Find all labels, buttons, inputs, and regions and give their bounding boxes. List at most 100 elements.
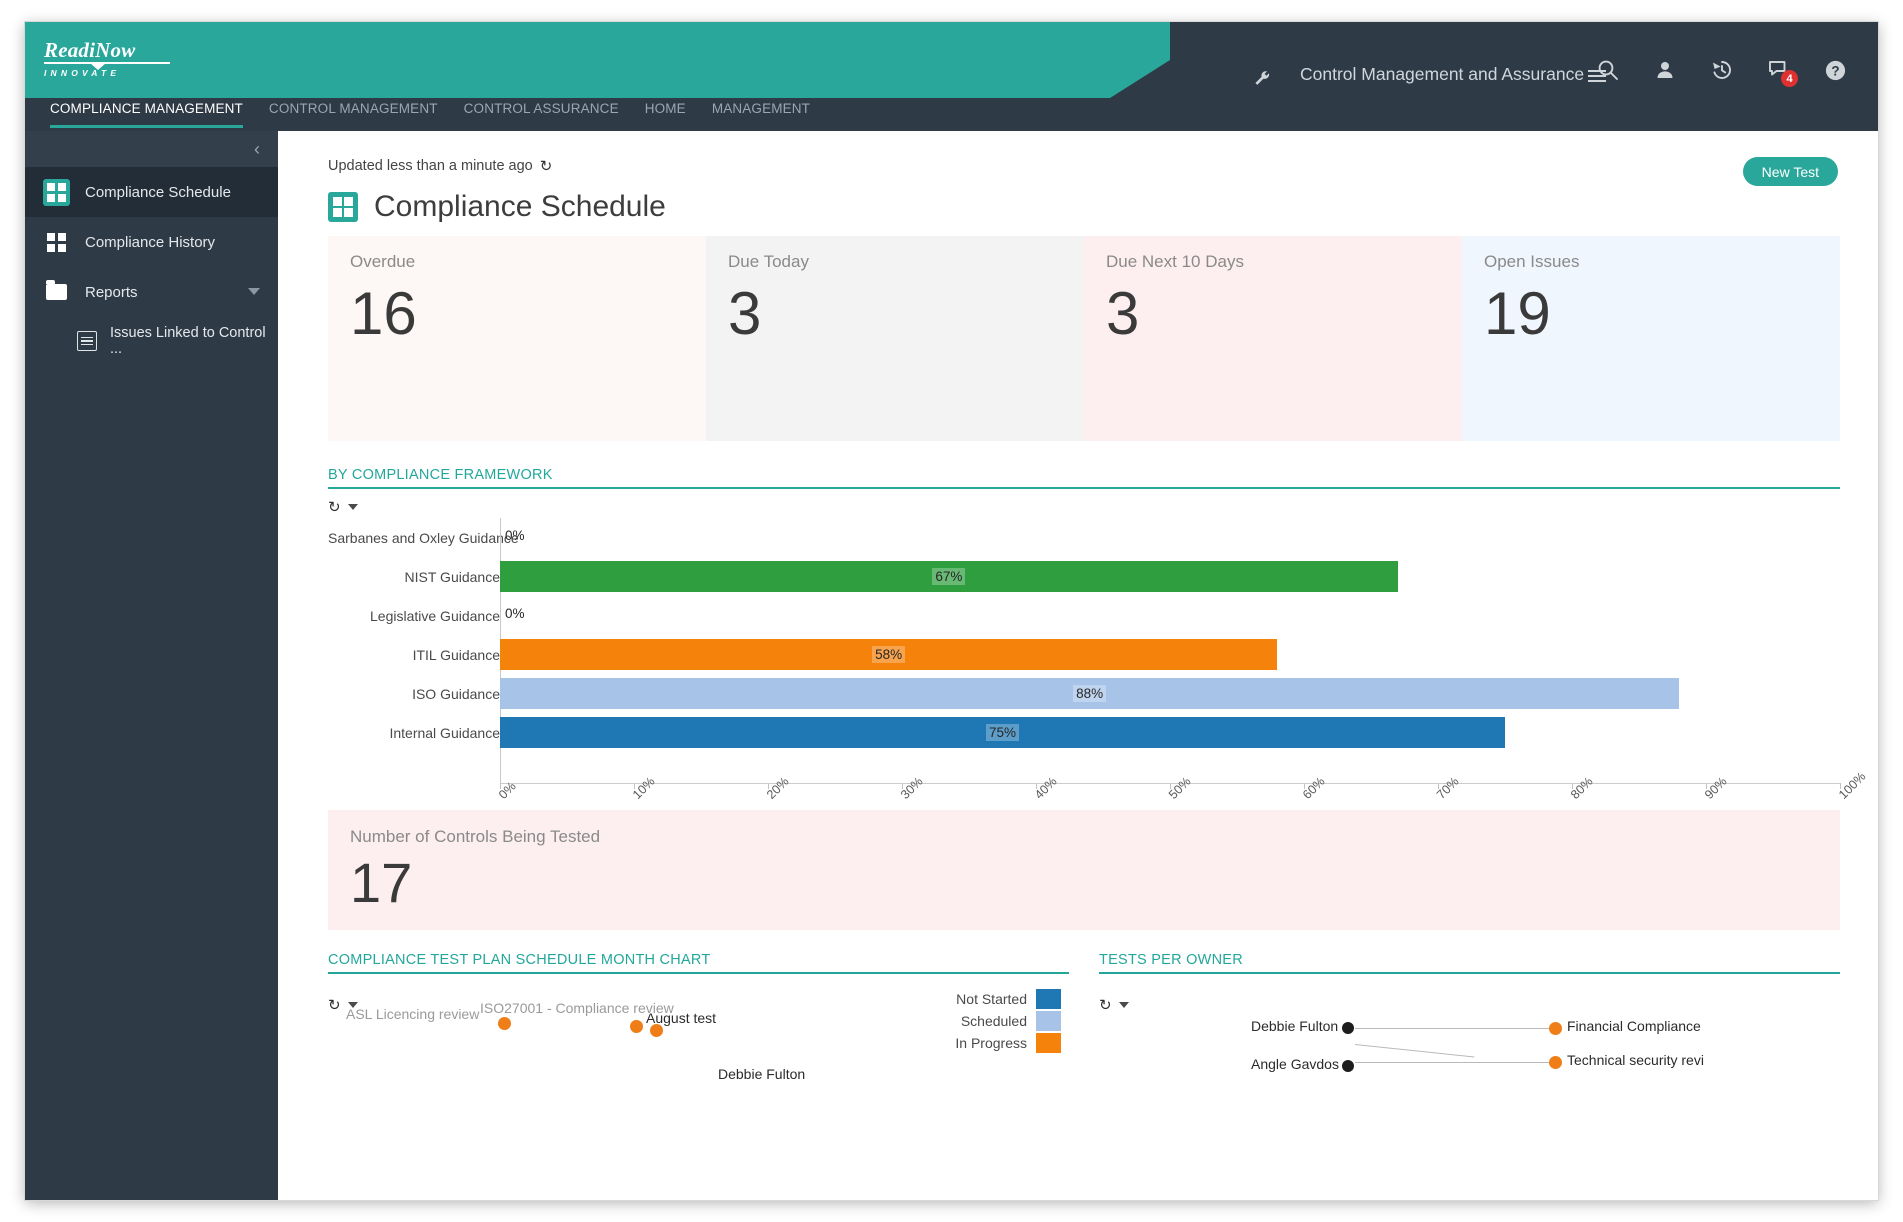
top-header: ReadiNow INNOVATE Control Management and…	[25, 22, 1878, 98]
nav-tab-home[interactable]: HOME	[632, 98, 699, 120]
kpi-label: Due Next 10 Days	[1106, 252, 1244, 271]
owner-label[interactable]: Angle Gavdos	[1251, 1056, 1339, 1072]
kpi-label: Due Today	[728, 252, 809, 271]
kpi-card-due-today[interactable]: Due Today 3	[706, 236, 1084, 441]
search-icon[interactable]	[1579, 50, 1636, 90]
kpi-card-due-next-10-days[interactable]: Due Next 10 Days 3	[1084, 236, 1462, 441]
legend-label: Not Started	[956, 991, 1027, 1007]
data-point[interactable]	[630, 1020, 643, 1033]
nav-tab-label: MANAGEMENT	[711, 101, 811, 116]
legend-item[interactable]: In Progress	[955, 1032, 1061, 1054]
owner-node[interactable]	[1342, 1060, 1354, 1072]
bar-row[interactable]: ITIL Guidance 58%	[328, 635, 1840, 674]
sidebar-collapse-button[interactable]: ‹	[25, 131, 278, 167]
chevron-down-icon[interactable]	[248, 288, 260, 295]
refresh-icon: ↻	[328, 499, 341, 516]
card-value: 17	[350, 851, 413, 914]
framework-chart-refresh-control[interactable]: ↻	[328, 498, 1840, 516]
grid-icon	[328, 192, 358, 222]
header-icon-group: 4 ?	[1579, 50, 1864, 90]
sidebar-item-label: Compliance Schedule	[85, 183, 231, 201]
link-line	[1355, 1062, 1549, 1064]
test-node[interactable]	[1549, 1056, 1562, 1069]
tests-per-owner-refresh-control[interactable]: ↻	[1099, 996, 1129, 1014]
folder-icon	[43, 279, 70, 306]
x-axis-tick-label: 70%	[1434, 774, 1462, 802]
bar-row[interactable]: Internal Guidance 75%	[328, 713, 1840, 752]
kpi-card-row: Overdue 16 Due Today 3 Due Next 10 Days …	[328, 236, 1840, 441]
chevron-down-icon	[1118, 1002, 1129, 1008]
x-axis-tick: 30%	[898, 774, 926, 802]
x-axis-tick-label: 60%	[1300, 774, 1328, 802]
kpi-label: Overdue	[350, 252, 416, 271]
nav-tab-control-assurance[interactable]: CONTROL ASSURANCE	[451, 98, 632, 120]
x-axis-tick-label: 30%	[898, 774, 926, 802]
point-label: Debbie Fulton	[718, 1066, 806, 1082]
x-axis-tick: 0%	[496, 779, 519, 802]
x-axis-tick-label: 20%	[764, 774, 792, 802]
sidebar-subitem-label: Issues Linked to Control ...	[110, 325, 266, 357]
nav-tab-management[interactable]: MANAGEMENT	[699, 98, 823, 120]
legend-label: In Progress	[955, 1035, 1027, 1051]
grid-icon	[43, 178, 70, 206]
page-title: Compliance Schedule	[374, 190, 666, 223]
bar-row[interactable]: Sarbanes and Oxley Guidance 0%	[328, 518, 1840, 557]
sidebar-item-compliance-history[interactable]: Compliance History	[25, 217, 278, 267]
chevron-left-icon: ‹	[254, 138, 260, 159]
user-icon[interactable]	[1636, 50, 1693, 90]
x-axis-tick: 80%	[1568, 774, 1596, 802]
bar-segment: 67%	[500, 561, 1398, 592]
owner-node[interactable]	[1342, 1022, 1354, 1034]
legend-item[interactable]: Scheduled	[955, 1010, 1061, 1032]
nav-active-underline	[50, 125, 243, 128]
bar-category-label: Sarbanes and Oxley Guidance	[328, 529, 519, 546]
data-point[interactable]	[650, 1024, 663, 1037]
brand-banner	[25, 22, 1170, 98]
x-axis-tick-label: 10%	[630, 774, 658, 802]
new-test-button[interactable]: New Test	[1742, 157, 1838, 186]
bar-row[interactable]: Legislative Guidance 0%	[328, 596, 1840, 635]
bar-value-label: 0%	[505, 606, 525, 621]
bar-value-label: 58%	[872, 646, 906, 663]
bar-row[interactable]: NIST Guidance 67%	[328, 557, 1840, 596]
context-title: Control Management and Assurance	[1300, 64, 1585, 84]
nav-tab-control-management[interactable]: CONTROL MANAGEMENT	[256, 98, 451, 120]
help-icon[interactable]: ?	[1807, 50, 1864, 90]
history-icon[interactable]	[1693, 50, 1750, 90]
kpi-value: 3	[1106, 280, 1140, 347]
bar-category-label: ITIL Guidance	[412, 646, 500, 663]
nav-tab-label: HOME	[644, 101, 686, 116]
test-label: Technical security revi	[1567, 1052, 1704, 1068]
application-window: ReadiNow INNOVATE Control Management and…	[25, 22, 1878, 1200]
kpi-value: 19	[1484, 280, 1551, 347]
kpi-card-overdue[interactable]: Overdue 16	[328, 236, 706, 441]
legend-item[interactable]: Not Started	[955, 988, 1061, 1010]
kpi-card-open-issues[interactable]: Open Issues 19	[1462, 236, 1840, 441]
sidebar-item-compliance-schedule[interactable]: Compliance Schedule	[25, 167, 278, 217]
page-title-row: Compliance Schedule	[328, 190, 1840, 224]
controls-being-tested-card[interactable]: Number of Controls Being Tested 17	[328, 810, 1840, 930]
kpi-value: 3	[728, 280, 762, 347]
test-node[interactable]	[1549, 1022, 1562, 1035]
refresh-icon: ↻	[328, 997, 341, 1014]
data-point[interactable]	[498, 1017, 511, 1030]
readinow-logo[interactable]: ReadiNow INNOVATE	[44, 40, 184, 78]
legend-label: Scheduled	[960, 1013, 1027, 1029]
nav-tab-compliance-management[interactable]: COMPLIANCE MANAGEMENT	[37, 98, 256, 128]
svg-text:?: ?	[1831, 63, 1839, 78]
sidebar-subitem-issues-linked-to-control[interactable]: Issues Linked to Control ...	[25, 317, 278, 365]
bar-category-label: NIST Guidance	[404, 568, 500, 585]
nav-tab-label: COMPLIANCE MANAGEMENT	[50, 101, 243, 116]
wrench-icon[interactable]	[1254, 70, 1271, 92]
x-axis-tick-label: 80%	[1568, 774, 1596, 802]
chat-icon[interactable]: 4	[1750, 50, 1807, 90]
primary-nav: COMPLIANCE MANAGEMENT CONTROL MANAGEMENT…	[25, 98, 1878, 131]
sidebar-item-reports[interactable]: Reports	[25, 267, 278, 317]
bar-value-label: 0%	[505, 528, 525, 543]
owner-label[interactable]: Debbie Fulton	[1251, 1018, 1338, 1034]
bar-category-label: Internal Guidance	[389, 724, 500, 741]
bar-row[interactable]: ISO Guidance 88%	[328, 674, 1840, 713]
refresh-icon[interactable]: ↻	[540, 157, 553, 175]
bar-category-label: ISO Guidance	[412, 685, 500, 702]
legend-swatch	[1036, 1033, 1061, 1053]
